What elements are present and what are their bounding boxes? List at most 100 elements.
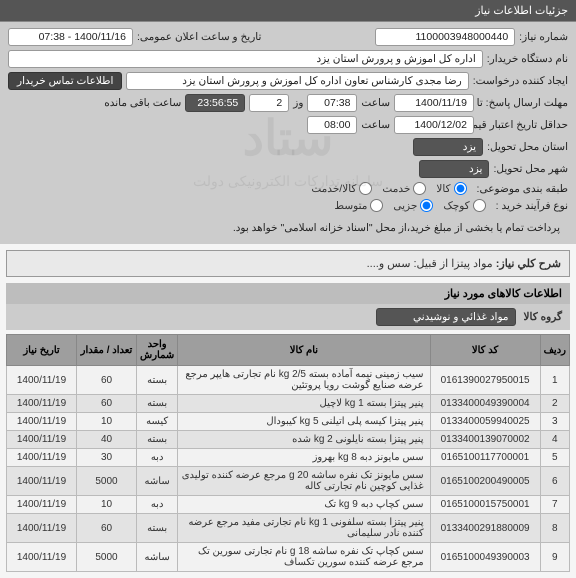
cell-row: 7	[540, 496, 569, 514]
col-date: تاریخ نیاز	[7, 335, 77, 366]
remaining-time: 23:56:55	[185, 94, 245, 112]
table-row: 10161390027950015سیب زمینی نیمه آماده بس…	[7, 366, 570, 395]
cell-qty: 10	[77, 413, 137, 431]
city-value: یزد	[419, 160, 489, 178]
cell-date: 1400/11/19	[7, 449, 77, 467]
cell-code: 0133400139070002	[430, 431, 540, 449]
desc-text: مواد پیتزا از قبیل: سس و....	[367, 258, 493, 270]
items-table: ردیف کد کالا نام کالا واحد شمارش تعداد /…	[6, 334, 570, 572]
cell-code: 0133400049390004	[430, 395, 540, 413]
need-number-label: شماره نیاز:	[519, 31, 568, 43]
cell-qty: 60	[77, 395, 137, 413]
buy-partial-radio[interactable]: جزیی	[393, 199, 433, 212]
cell-date: 1400/11/19	[7, 543, 77, 572]
topic-both-radio[interactable]: کالا/خدمت	[311, 182, 372, 195]
group-row: گروه کالا مواد غذائي و نوشيدني	[6, 304, 570, 330]
cell-date: 1400/11/19	[7, 413, 77, 431]
table-row: 90165100049390003سس کچاپ تک نفره ساشه 18…	[7, 543, 570, 572]
payment-note: پرداخت تمام یا بخشی از مبلغ خرید،از محل …	[233, 222, 560, 234]
cell-code: 0165100015750001	[430, 496, 540, 514]
cell-unit: کیسه	[137, 413, 178, 431]
cell-qty: 40	[77, 431, 137, 449]
cell-row: 3	[540, 413, 569, 431]
cell-row: 2	[540, 395, 569, 413]
remaining-label: ساعت باقی مانده	[104, 97, 181, 109]
cell-date: 1400/11/19	[7, 395, 77, 413]
form-area: ستاد سامانه تدارکات الکترونیکی دولت شمار…	[0, 22, 576, 244]
cell-unit: ساشه	[137, 467, 178, 496]
cell-date: 1400/11/19	[7, 496, 77, 514]
deadline-label: مهلت ارسال پاسخ: تا تاریخ:	[478, 97, 568, 109]
col-name: نام کالا	[178, 335, 430, 366]
validity-label: حداقل تاریخ اعتبار قیمت تا تاریخ:	[478, 119, 568, 131]
cell-code: 0133400291880009	[430, 514, 540, 543]
public-datetime-label: تاریخ و ساعت اعلان عمومی:	[137, 31, 261, 43]
topic-class-label: طبقه بندی موضوعی:	[477, 183, 568, 195]
cell-qty: 5000	[77, 467, 137, 496]
group-label: گروه کالا	[524, 311, 562, 323]
contact-buyer-button[interactable]: اطلاعات تماس خریدار	[8, 72, 122, 90]
public-datetime-value: 1400/11/16 - 07:38	[8, 28, 133, 46]
cell-unit: بسته	[137, 431, 178, 449]
cell-name: سیب زمینی نیمه آماده بسته 2/5 kg نام تجا…	[178, 366, 430, 395]
panel-title: جزئیات اطلاعات نیاز	[0, 0, 576, 22]
cell-name: پنیر پیتزا بسته 1 kg لاچیل	[178, 395, 430, 413]
col-code: کد کالا	[430, 335, 540, 366]
cell-unit: بسته	[137, 366, 178, 395]
cell-unit: دبه	[137, 496, 178, 514]
cell-name: سس مایونز تک نفره ساشه 20 g مرجع عرضه کن…	[178, 467, 430, 496]
cell-name: سس مایونز دبه 8 kg بهروز	[178, 449, 430, 467]
cell-unit: دبه	[137, 449, 178, 467]
city-label: شهر محل تحویل:	[493, 163, 568, 175]
cell-qty: 5000	[77, 543, 137, 572]
topic-kala-radio[interactable]: کالا	[436, 182, 466, 195]
vaz-value: 2	[249, 94, 289, 112]
group-value: مواد غذائي و نوشيدني	[376, 308, 516, 326]
vaz-label: وز	[293, 97, 303, 109]
buyer-value: اداره کل اموزش و پرورش استان یزد	[8, 50, 483, 68]
cell-date: 1400/11/19	[7, 467, 77, 496]
cell-date: 1400/11/19	[7, 366, 77, 395]
table-row: 30133400059940025پنیر پیتزا کیسه پلی اتی…	[7, 413, 570, 431]
col-qty: تعداد / مقدار	[77, 335, 137, 366]
table-row: 40133400139070002پنیر پیتزا بسته نایلونی…	[7, 431, 570, 449]
cell-code: 0165100200490005	[430, 467, 540, 496]
deadline-date: 1400/11/19	[394, 94, 474, 112]
validity-time: 08:00	[307, 116, 357, 134]
table-row: 70165100015750001سس کچاپ دبه 9 kg تکدبه 1…	[7, 496, 570, 514]
cell-unit: بسته	[137, 514, 178, 543]
cell-name: سس کچاپ تک نفره ساشه 18 g نام تجارتی سور…	[178, 543, 430, 572]
cell-row: 9	[540, 543, 569, 572]
validity-time-label: ساعت	[361, 119, 390, 131]
province-value: یزد	[413, 138, 483, 156]
cell-date: 1400/11/19	[7, 514, 77, 543]
cell-code: 0133400059940025	[430, 413, 540, 431]
cell-name: پنیر پیتزا کیسه پلی اتیلنی 5 kg کیبودال	[178, 413, 430, 431]
cell-row: 1	[540, 366, 569, 395]
cell-name: پنیر پیتزا بسته سلفونی 1 kg نام تجارتی م…	[178, 514, 430, 543]
need-number-value: 1100003948000440	[375, 28, 515, 46]
cell-code: 0165100117700001	[430, 449, 540, 467]
topic-khadmat-radio[interactable]: خدمت	[382, 182, 426, 195]
requester-label: ایجاد کننده درخواست:	[473, 75, 568, 87]
buy-medium-radio[interactable]: متوسط	[334, 199, 383, 212]
cell-row: 6	[540, 467, 569, 496]
col-unit: واحد شمارش	[137, 335, 178, 366]
cell-unit: ساشه	[137, 543, 178, 572]
cell-code: 0165100049390003	[430, 543, 540, 572]
cell-name: سس کچاپ دبه 9 kg تک	[178, 496, 430, 514]
cell-code: 0161390027950015	[430, 366, 540, 395]
buyer-label: نام دستگاه خریدار:	[487, 53, 568, 65]
table-row: 20133400049390004پنیر پیتزا بسته 1 kg لا…	[7, 395, 570, 413]
validity-date: 1400/12/02	[394, 116, 474, 134]
desc-label: شرح کلي نياز:	[496, 258, 561, 270]
cell-name: پنیر پیتزا بسته نایلونی 2 kg شده	[178, 431, 430, 449]
cell-qty: 60	[77, 514, 137, 543]
cell-unit: بسته	[137, 395, 178, 413]
buy-small-radio[interactable]: کوچک	[443, 199, 485, 212]
table-row: 80133400291880009پنیر پیتزا بسته سلفونی …	[7, 514, 570, 543]
province-label: استان محل تحویل:	[487, 141, 568, 153]
col-row: ردیف	[540, 335, 569, 366]
requester-value: رضا مجدی کارشناس تعاون اداره کل اموزش و …	[126, 72, 468, 90]
cell-row: 8	[540, 514, 569, 543]
